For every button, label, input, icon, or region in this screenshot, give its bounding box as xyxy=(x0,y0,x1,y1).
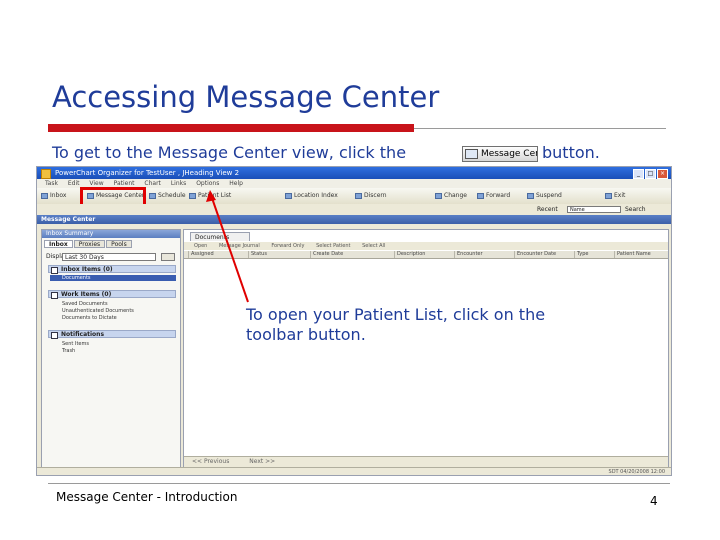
status-bar: SDT 04/20/2008 12:00 xyxy=(37,467,671,475)
list-item-unauthenticated-documents[interactable]: Unauthenticated Documents xyxy=(62,308,134,314)
display-range-select[interactable]: Last 30 Days xyxy=(62,253,156,261)
column-create-date[interactable]: Create Date xyxy=(310,251,343,258)
select-all-button[interactable]: Select All xyxy=(362,242,385,250)
footer-text: Message Center - Introduction xyxy=(56,490,238,504)
app-icon xyxy=(41,169,51,179)
menu-options[interactable]: Options xyxy=(196,179,219,188)
list-item-documents-to-dictate[interactable]: Documents to Dictate xyxy=(62,315,117,321)
message-center-button-label: Message Center xyxy=(481,149,537,159)
window-title: PowerChart Organizer for TestUser , JHea… xyxy=(55,169,240,177)
list-item-trash[interactable]: Trash xyxy=(62,348,75,354)
column-description[interactable]: Description xyxy=(394,251,425,258)
title-rule-gray xyxy=(414,128,666,129)
title-rule-red xyxy=(48,124,414,132)
search-button[interactable]: Search xyxy=(625,206,646,213)
previous-page-button[interactable]: << Previous xyxy=(192,458,229,465)
instruction-text: To get to the Message Center view, click… xyxy=(52,143,407,162)
column-encounter-date[interactable]: Encounter Date xyxy=(514,251,556,258)
menu-chart[interactable]: Chart xyxy=(144,179,161,188)
menu-help[interactable]: Help xyxy=(229,179,243,188)
documents-panel: Documents Open Message Journal Forward O… xyxy=(183,229,669,469)
tab-inbox[interactable]: Inbox xyxy=(44,240,73,248)
toolbar-suspend-button[interactable]: Suspend xyxy=(527,191,562,201)
documents-column-headers: Assigned Status Create Date Description … xyxy=(184,251,668,259)
toolbar-exit-button[interactable]: Exit xyxy=(605,191,625,201)
list-item-saved-documents[interactable]: Saved Documents xyxy=(62,301,108,307)
window-controls: _ □ × xyxy=(633,169,668,179)
page-number: 4 xyxy=(650,494,658,508)
message-center-icon xyxy=(465,149,478,159)
menu-task[interactable]: Task xyxy=(45,179,58,188)
inbox-summary-header: Inbox Summary xyxy=(42,230,180,238)
toolbar-forward-button[interactable]: Forward xyxy=(477,191,510,201)
secondary-toolbar: Recent Name Search xyxy=(37,204,671,215)
toolbar-discern-button[interactable]: Discern xyxy=(355,191,387,201)
column-type[interactable]: Type xyxy=(574,251,588,258)
tab-proxies[interactable]: Proxies xyxy=(73,240,106,248)
tab-pools[interactable]: Pools xyxy=(106,240,132,248)
menu-links[interactable]: Links xyxy=(171,179,186,188)
list-item-documents[interactable]: Documents xyxy=(50,275,176,281)
column-patient-name[interactable]: Patient Name xyxy=(614,251,651,258)
toolbar-change-button[interactable]: Change xyxy=(435,191,467,201)
tab-documents[interactable]: Documents xyxy=(190,232,250,241)
column-status[interactable]: Status xyxy=(248,251,267,258)
section-work-items[interactable]: Work Items (0) xyxy=(48,290,176,299)
column-encounter[interactable]: Encounter xyxy=(454,251,483,258)
toolbar-patient-list-button[interactable]: Patient List xyxy=(189,191,231,201)
menu-edit[interactable]: Edit xyxy=(68,179,80,188)
display-range-button[interactable] xyxy=(161,253,175,261)
inbox-summary-panel: Inbox Summary Inbox Proxies Pools Displa… xyxy=(41,229,181,469)
close-icon[interactable]: × xyxy=(657,169,668,179)
maximize-icon[interactable]: □ xyxy=(645,169,656,179)
open-button[interactable]: Open xyxy=(194,242,207,250)
view-title-bar: Message Center xyxy=(37,215,671,224)
message-center-button-sample[interactable]: Message Center xyxy=(462,146,538,162)
section-notifications[interactable]: Notifications xyxy=(48,330,176,339)
instruction-text-end: button. xyxy=(542,143,600,162)
toolbar-schedule-button[interactable]: Schedule xyxy=(149,191,186,201)
paging-bar: << Previous Next >> xyxy=(184,456,668,467)
status-text: SDT 04/20/2008 12:00 xyxy=(608,469,665,475)
slide-title: Accessing Message Center xyxy=(52,80,440,114)
select-patient-button[interactable]: Select Patient xyxy=(316,242,350,250)
name-search-field[interactable]: Name xyxy=(567,206,621,213)
message-journal-button[interactable]: Message Journal xyxy=(219,242,260,250)
documents-toolbar: Open Message Journal Forward Only Select… xyxy=(184,242,668,250)
section-inbox-items[interactable]: Inbox Items (0) xyxy=(48,265,176,274)
toolbar-location-index-button[interactable]: Location Index xyxy=(285,191,338,201)
footer-rule xyxy=(48,483,670,484)
minimize-icon[interactable]: _ xyxy=(633,169,644,179)
app-titlebar: PowerChart Organizer for TestUser , JHea… xyxy=(37,167,671,179)
inbox-tabs: Inbox Proxies Pools xyxy=(44,240,132,248)
next-page-button[interactable]: Next >> xyxy=(249,458,275,465)
callout-text: To open your Patient List, click on the … xyxy=(246,305,546,344)
column-assigned[interactable]: Assigned xyxy=(188,251,214,258)
toolbar-inbox-button[interactable]: Inbox xyxy=(41,191,66,201)
list-item-sent-items[interactable]: Sent Items xyxy=(62,341,89,347)
forward-only-button[interactable]: Forward Only xyxy=(271,242,304,250)
recent-dropdown[interactable]: Recent xyxy=(537,206,558,213)
